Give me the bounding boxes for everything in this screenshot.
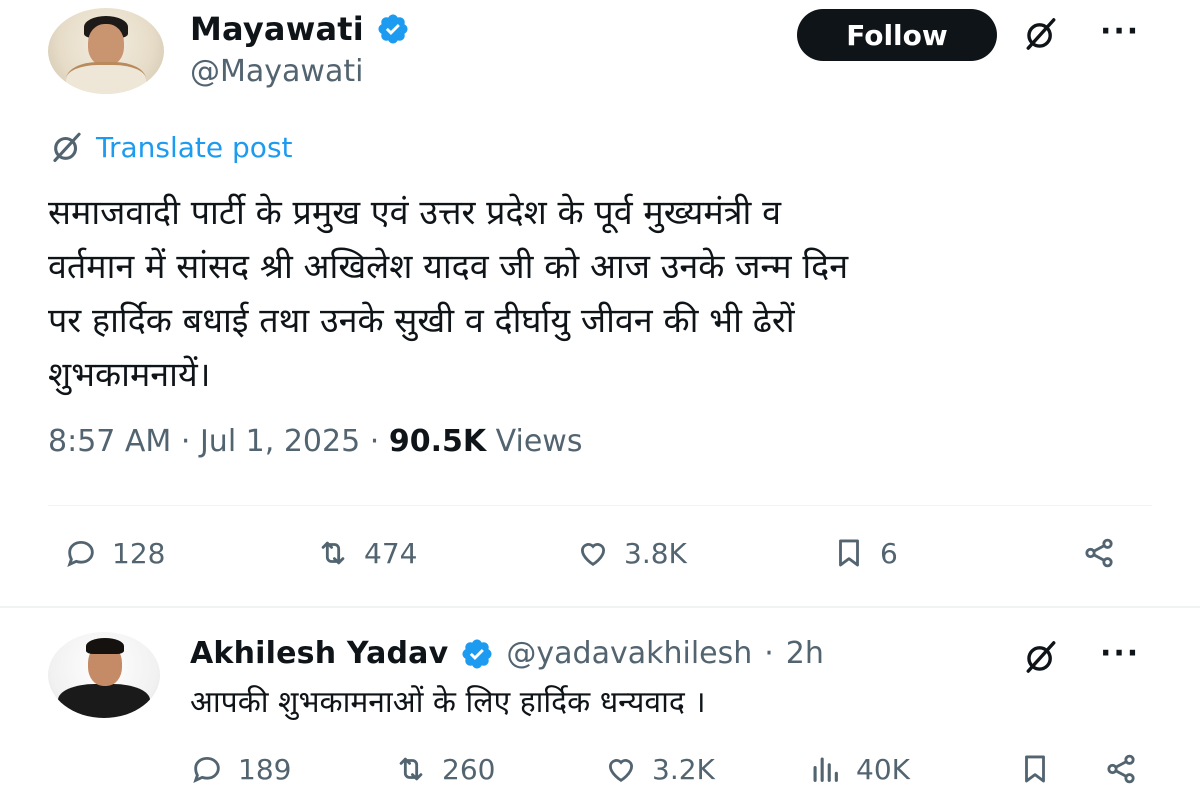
avatar-jacket bbox=[58, 684, 150, 718]
meta-separator: · bbox=[369, 424, 380, 459]
reply-author-row: Akhilesh Yadav @yadavakhilesh · 2h bbox=[190, 636, 824, 671]
reply-count: 128 bbox=[112, 536, 166, 570]
like-action[interactable]: 3.8K bbox=[576, 536, 687, 570]
follow-button[interactable]: Follow bbox=[797, 9, 997, 61]
verified-badge-icon bbox=[378, 14, 408, 44]
repost-count: 260 bbox=[442, 752, 496, 786]
grok-icon[interactable] bbox=[1024, 640, 1058, 674]
views-count: 40K bbox=[856, 752, 910, 786]
post-text: समाजवादी पार्टी के प्रमुख एवं उत्तर प्रद… bbox=[48, 193, 849, 395]
more-options-button[interactable]: ··· bbox=[1100, 636, 1140, 671]
reply-action[interactable]: 189 bbox=[190, 752, 291, 786]
heart-icon bbox=[580, 543, 606, 566]
divider bbox=[48, 505, 1152, 506]
translate-post-label: Translate post bbox=[96, 130, 293, 164]
post-author-name[interactable]: Mayawati bbox=[190, 10, 364, 48]
reply-author-name[interactable]: Akhilesh Yadav bbox=[190, 636, 448, 671]
post-time[interactable]: 8:57 AM bbox=[48, 424, 171, 459]
post-date[interactable]: Jul 1, 2025 bbox=[200, 424, 360, 459]
like-count: 3.2K bbox=[652, 752, 715, 786]
post-meta: 8:57 AM · Jul 1, 2025 · 90.5K Views bbox=[48, 424, 582, 459]
reply-icon bbox=[193, 756, 220, 783]
reply-age[interactable]: 2h bbox=[786, 636, 824, 671]
repost-action[interactable]: 260 bbox=[394, 752, 495, 786]
reply-count: 189 bbox=[238, 752, 292, 786]
avatar-shawl bbox=[66, 62, 146, 94]
translate-post-link[interactable]: Translate post bbox=[50, 130, 293, 164]
views-action[interactable]: 40K bbox=[808, 752, 910, 786]
grok-translate-icon bbox=[53, 132, 81, 163]
bookmark-action[interactable] bbox=[1018, 752, 1052, 786]
post-author-handle[interactable]: @Mayawati bbox=[190, 54, 363, 89]
verified-badge-icon bbox=[462, 638, 492, 669]
share-action[interactable] bbox=[1104, 752, 1138, 786]
heart-icon bbox=[608, 759, 634, 782]
repost-count: 474 bbox=[364, 536, 418, 570]
share-action[interactable] bbox=[1082, 536, 1116, 570]
bookmark-icon bbox=[839, 539, 859, 567]
avatar-hair bbox=[86, 638, 124, 654]
reply-separator: · bbox=[764, 636, 774, 671]
bookmark-action[interactable]: 6 bbox=[832, 536, 898, 570]
like-action[interactable]: 3.2K bbox=[604, 752, 715, 786]
repost-icon bbox=[321, 541, 345, 565]
more-options-button[interactable]: ··· bbox=[1100, 14, 1140, 49]
views-label: Views bbox=[495, 424, 583, 459]
share-icon bbox=[1107, 754, 1135, 784]
meta-separator: · bbox=[180, 424, 191, 459]
bookmark-icon bbox=[1025, 755, 1045, 783]
repost-action[interactable]: 474 bbox=[316, 536, 417, 570]
bookmark-count: 6 bbox=[880, 536, 898, 570]
avatar-akhilesh-yadav[interactable] bbox=[48, 632, 160, 718]
post-author-row: Mayawati bbox=[190, 10, 410, 48]
reply-icon bbox=[67, 540, 94, 567]
reply-action[interactable]: 128 bbox=[64, 536, 165, 570]
like-count: 3.8K bbox=[624, 536, 687, 570]
repost-icon bbox=[399, 757, 423, 781]
grok-icon[interactable] bbox=[1024, 17, 1058, 51]
share-icon bbox=[1085, 538, 1113, 568]
divider bbox=[0, 606, 1200, 608]
analytics-icon bbox=[813, 757, 838, 782]
views-count: 90.5K bbox=[388, 424, 487, 459]
avatar-mayawati[interactable] bbox=[48, 8, 164, 94]
avatar-face bbox=[88, 24, 124, 66]
reply-author-handle[interactable]: @yadavakhilesh bbox=[506, 636, 752, 671]
reply-text: आपकी शुभकामनाओं के लिए हार्दिक धन्यवाद । bbox=[190, 685, 706, 720]
